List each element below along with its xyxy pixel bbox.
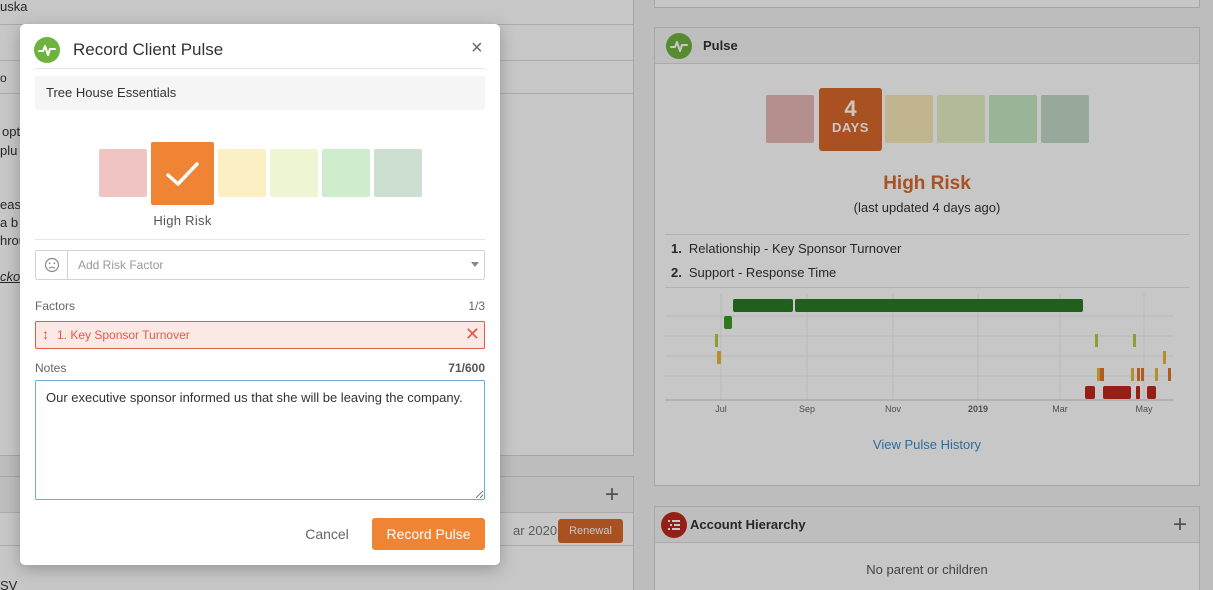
remove-factor-icon[interactable]: ✕ <box>465 324 480 344</box>
record-pulse-button[interactable]: Record Pulse <box>372 518 485 550</box>
add-risk-factor-select[interactable]: Add Risk Factor <box>35 250 485 280</box>
factor-chip-label: 1. Key Sponsor Turnover <box>57 328 190 342</box>
notes-char-count: 71/600 <box>448 361 485 375</box>
client-name-field: Tree House Essentials <box>35 76 485 110</box>
dialog-title: Record Client Pulse <box>73 40 224 59</box>
divider <box>35 239 485 240</box>
sad-face-icon <box>36 251 68 279</box>
checkmark-icon <box>166 162 199 186</box>
pulse-option-low[interactable] <box>270 149 318 197</box>
notes-textarea[interactable]: Our executive sponsor informed us that s… <box>35 380 485 500</box>
pulse-option-medium[interactable] <box>218 149 266 197</box>
pulse-option-critical[interactable] <box>99 149 147 197</box>
factors-label: Factors <box>35 299 76 313</box>
record-client-pulse-dialog: Record Client Pulse × Tree House Essenti… <box>20 24 500 565</box>
factors-count: 1/3 <box>468 299 485 313</box>
reorder-icon[interactable]: ↕ <box>42 326 49 342</box>
selected-pulse-label: High Risk <box>153 213 212 228</box>
close-icon[interactable]: × <box>471 38 483 58</box>
risk-factor-placeholder: Add Risk Factor <box>78 258 164 272</box>
pulse-option-healthy[interactable] <box>322 149 370 197</box>
divider <box>35 68 485 69</box>
cancel-button[interactable]: Cancel <box>292 518 362 550</box>
pulse-option-excellent[interactable] <box>374 149 422 197</box>
notes-label: Notes <box>35 361 67 375</box>
factor-chip[interactable]: ↕ 1. Key Sponsor Turnover ✕ <box>35 321 485 349</box>
pulse-option-high-risk-selected[interactable] <box>151 142 214 205</box>
pulse-icon <box>34 37 60 63</box>
chevron-down-icon <box>471 262 479 267</box>
